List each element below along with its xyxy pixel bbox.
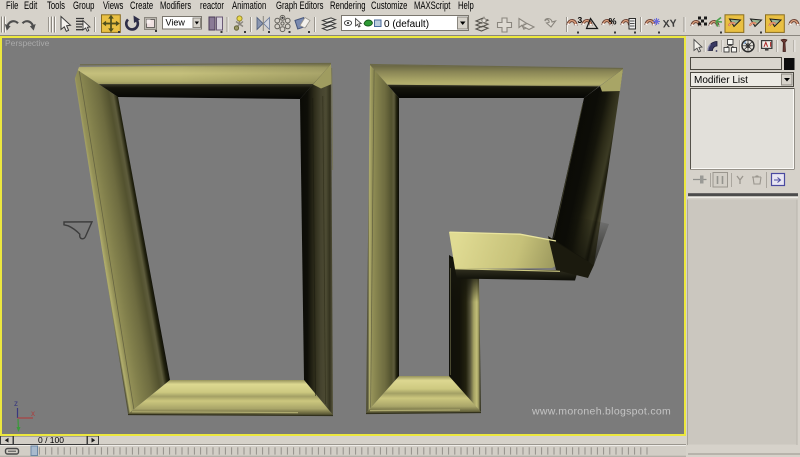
svg-text:%: %	[609, 17, 617, 27]
svg-text:x: x	[31, 409, 35, 418]
svg-text:0 / 100: 0 / 100	[38, 436, 64, 445]
svg-text:XY: XY	[662, 18, 677, 31]
svg-text:View: View	[166, 18, 186, 28]
svg-text:www.moroneh.blogspot.com: www.moroneh.blogspot.com	[531, 406, 671, 418]
svg-text:z: z	[14, 399, 18, 408]
svg-text:Modifier List: Modifier List	[694, 75, 748, 86]
svg-text:Perspective: Perspective	[5, 38, 50, 48]
svg-text:0 (default): 0 (default)	[384, 19, 429, 30]
